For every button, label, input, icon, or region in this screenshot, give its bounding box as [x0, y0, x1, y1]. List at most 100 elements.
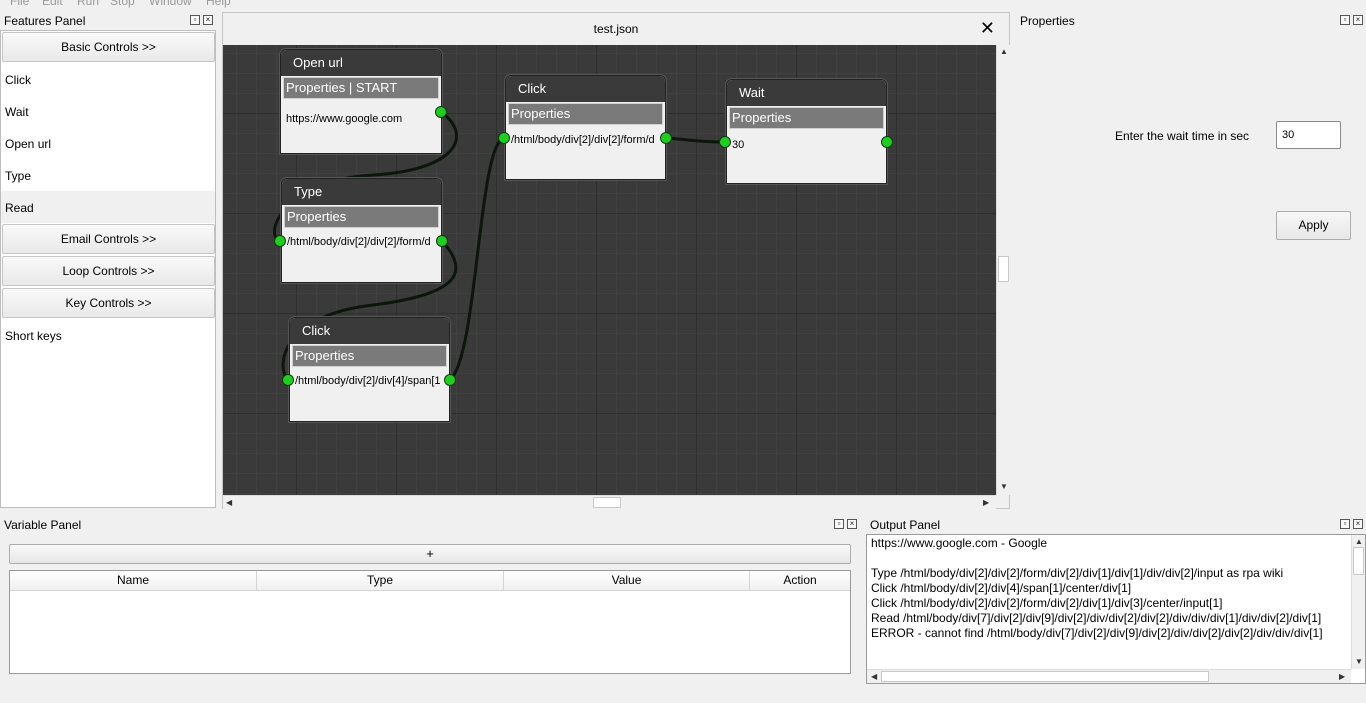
scroll-thumb[interactable]	[881, 671, 1209, 682]
loop-controls-button[interactable]: Loop Controls >>	[2, 256, 215, 286]
node-value: https://www.google.com	[286, 113, 403, 125]
menu-stop[interactable]: Stop	[110, 0, 135, 8]
output-port[interactable]	[660, 132, 672, 144]
node-title: Type	[294, 184, 323, 199]
close-icon[interactable]: ×	[203, 15, 213, 25]
close-icon[interactable]: ×	[847, 519, 857, 529]
properties-panel-title: Properties	[1020, 14, 1075, 28]
node-title: Wait	[739, 85, 765, 100]
scroll-down-icon[interactable]: ▼	[1355, 657, 1363, 667]
variable-table: Name Type Value Action	[9, 570, 851, 674]
scroll-up-icon[interactable]: ▲	[1000, 47, 1008, 57]
output-log[interactable]: https://www.google.com - Google Type /ht…	[866, 534, 1366, 684]
editor-vertical-scrollbar[interactable]: ▲ ▼	[996, 45, 1010, 495]
variable-panel-dock-buttons: ▫ ×	[834, 519, 857, 529]
feature-item-short-keys[interactable]: Short keys	[5, 329, 62, 343]
close-icon[interactable]: ×	[1353, 519, 1363, 529]
apply-button[interactable]: Apply	[1276, 211, 1351, 240]
features-panel-title: Features Panel	[4, 14, 86, 28]
wait-time-label: Enter the wait time in sec	[1115, 129, 1250, 143]
input-port[interactable]	[498, 132, 510, 144]
float-icon[interactable]: ▫	[190, 15, 200, 25]
scroll-right-icon[interactable]: ▶	[1339, 672, 1345, 682]
scroll-thumb[interactable]	[593, 497, 621, 508]
properties-panel-dock-buttons: ▫ ×	[1340, 15, 1363, 25]
node-open-url[interactable]: Open url Properties | START https://www.…	[280, 49, 442, 154]
menu-bar: File Edit Run Stop Window Help	[0, 0, 1366, 8]
output-port[interactable]	[435, 106, 447, 118]
float-icon[interactable]: ▫	[834, 519, 844, 529]
node-properties-bar[interactable]: Properties | START	[283, 77, 439, 99]
output-vertical-scrollbar[interactable]: ▲ ▼	[1351, 535, 1365, 669]
input-port[interactable]	[282, 374, 294, 386]
scroll-up-icon[interactable]: ▲	[1355, 537, 1363, 547]
menu-window[interactable]: Window	[149, 0, 192, 8]
column-header-name[interactable]: Name	[10, 571, 257, 591]
feature-item-click[interactable]: Click	[5, 73, 31, 87]
column-header-value[interactable]: Value	[504, 571, 750, 591]
input-port[interactable]	[719, 136, 731, 148]
feature-item-type[interactable]: Type	[5, 169, 31, 183]
output-port[interactable]	[881, 136, 893, 148]
scroll-left-icon[interactable]: ◀	[226, 498, 232, 508]
close-icon[interactable]: ✕	[980, 19, 995, 37]
node-wait[interactable]: Wait Properties 30	[726, 79, 887, 184]
output-horizontal-scrollbar[interactable]: ◀ ▶	[867, 669, 1351, 683]
node-click-1[interactable]: Click Properties /html/body/div[2]/div[4…	[289, 317, 450, 422]
menu-edit[interactable]: Edit	[42, 0, 63, 8]
output-line: Click /html/body/div[2]/div[4]/span[1]/c…	[871, 581, 1132, 595]
scroll-thumb[interactable]	[1353, 547, 1364, 575]
menu-run[interactable]: Run	[77, 0, 99, 8]
feature-item-wait[interactable]: Wait	[5, 105, 29, 119]
node-title: Click	[518, 81, 547, 96]
node-value: /html/body/div[2]/div[4]/span[1	[295, 375, 441, 387]
output-panel-title: Output Panel	[870, 518, 941, 532]
output-line: https://www.google.com - Google	[871, 536, 1048, 550]
editor-tab-title: test.json	[593, 22, 639, 36]
output-port[interactable]	[436, 235, 448, 247]
close-icon[interactable]: ×	[1353, 15, 1363, 25]
flow-editor: test.json ✕ Open url Properties | START …	[222, 12, 1010, 509]
wire-click-wait	[665, 136, 726, 144]
flow-canvas[interactable]: Open url Properties | START https://www.…	[223, 45, 996, 495]
node-value: /html/body/div[2]/div[2]/form/d	[511, 134, 655, 146]
node-type[interactable]: Type Properties /html/body/div[2]/div[2]…	[281, 178, 442, 283]
wire-click-click	[448, 136, 505, 382]
scroll-thumb[interactable]	[998, 256, 1009, 282]
scroll-left-icon[interactable]: ◀	[871, 672, 877, 682]
features-panel: Basic Controls >> Click Wait Open url Ty…	[0, 30, 216, 508]
node-click-2[interactable]: Click Properties /html/body/div[2]/div[2…	[505, 75, 666, 180]
basic-controls-button[interactable]: Basic Controls >>	[2, 32, 215, 62]
scroll-right-icon[interactable]: ▶	[983, 498, 989, 508]
node-title: Open url	[293, 55, 343, 70]
column-header-type[interactable]: Type	[257, 571, 504, 591]
column-header-action[interactable]: Action	[750, 571, 850, 591]
output-line: ERROR - cannot find /html/body/div[7]/di…	[871, 626, 1323, 640]
wait-time-input[interactable]	[1276, 121, 1341, 149]
node-title: Click	[302, 323, 331, 338]
input-port[interactable]	[274, 235, 286, 247]
node-value: /html/body/div[2]/div[2]/form/d	[287, 236, 431, 248]
output-line: Read /html/body/div[7]/div[2]/div[9]/div…	[871, 611, 1322, 625]
menu-help[interactable]: Help	[206, 0, 231, 8]
variable-panel-title: Variable Panel	[4, 518, 82, 532]
node-value: 30	[732, 139, 745, 151]
feature-item-read[interactable]: Read	[5, 201, 34, 215]
node-properties-bar[interactable]: Properties	[508, 103, 663, 125]
output-port[interactable]	[444, 374, 456, 386]
output-line: Click /html/body/div[2]/div[2]/form/div[…	[871, 596, 1223, 610]
float-icon[interactable]: ▫	[1340, 15, 1350, 25]
node-properties-bar[interactable]: Properties	[284, 206, 439, 228]
float-icon[interactable]: ▫	[1340, 519, 1350, 529]
editor-horizontal-scrollbar[interactable]: ◀ ▶	[223, 495, 996, 509]
email-controls-button[interactable]: Email Controls >>	[2, 224, 215, 254]
menu-file[interactable]: File	[10, 0, 29, 8]
output-text: https://www.google.com - Google Type /ht…	[867, 535, 1351, 668]
add-variable-button[interactable]: +	[9, 544, 851, 564]
key-controls-button[interactable]: Key Controls >>	[2, 288, 215, 318]
output-line: Type /html/body/div[2]/div[2]/form/div[2…	[871, 566, 1284, 580]
node-properties-bar[interactable]: Properties	[729, 107, 884, 129]
feature-item-open-url[interactable]: Open url	[5, 137, 51, 151]
scroll-down-icon[interactable]: ▼	[1000, 482, 1008, 492]
node-properties-bar[interactable]: Properties	[292, 345, 447, 367]
